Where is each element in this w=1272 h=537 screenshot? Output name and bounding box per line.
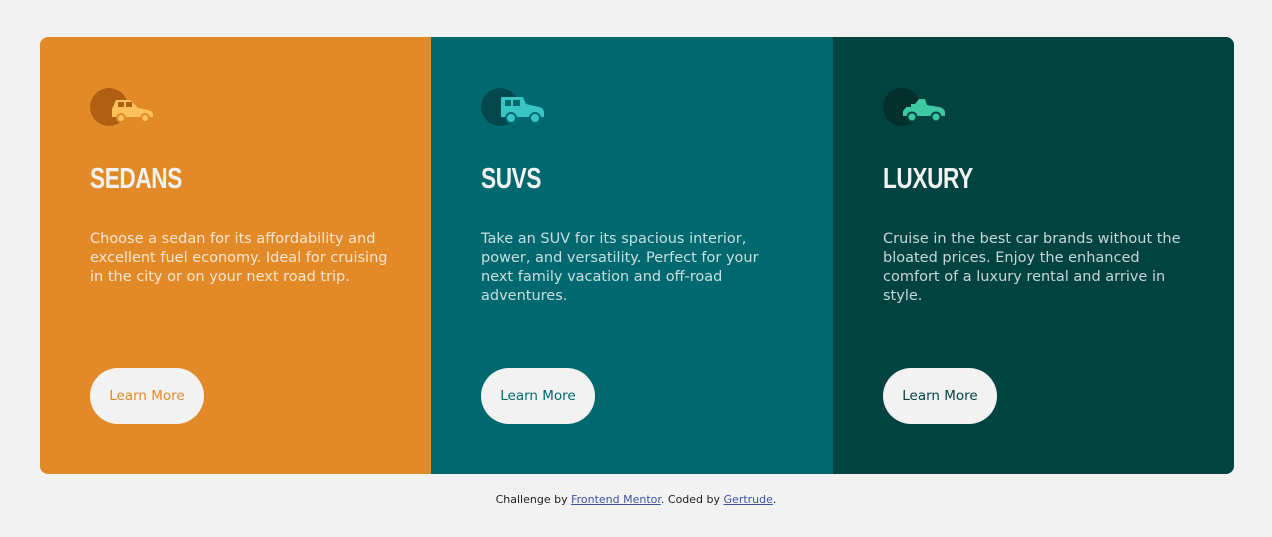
- luxury-car-icon: [883, 88, 945, 126]
- attribution-footer: Challenge by Frontend Mentor. Coded by G…: [0, 493, 1272, 506]
- card-luxury: Luxury Cruise in the best car brands wit…: [833, 37, 1234, 474]
- learn-more-button-luxury[interactable]: Learn More: [883, 368, 997, 424]
- card-suvs: SUVs Take an SUV for its spacious interi…: [431, 37, 833, 474]
- frontend-mentor-link[interactable]: Frontend Mentor: [571, 493, 661, 506]
- learn-more-button-suvs[interactable]: Learn More: [481, 368, 595, 424]
- card-title: SUVs: [481, 163, 542, 195]
- suv-car-icon: [481, 88, 544, 126]
- card-description: Choose a sedan for its affordability and…: [90, 231, 388, 285]
- card-description: Take an SUV for its spacious interior, p…: [481, 231, 759, 304]
- footer-prefix: Challenge by: [495, 493, 572, 506]
- card-title: Luxury: [883, 163, 973, 195]
- footer-suffix: .: [772, 493, 777, 506]
- car-cards-container: Sedans Choose a sedan for its affordabil…: [40, 37, 1234, 474]
- footer-middle: . Coded by: [660, 493, 724, 506]
- card-sedans: Sedans Choose a sedan for its affordabil…: [40, 37, 431, 474]
- card-description: Cruise in the best car brands without th…: [883, 231, 1181, 304]
- sedan-car-icon: [90, 88, 153, 126]
- author-link[interactable]: Gertrude: [724, 493, 773, 506]
- card-title: Sedans: [90, 163, 182, 195]
- learn-more-button-sedans[interactable]: Learn More: [90, 368, 204, 424]
